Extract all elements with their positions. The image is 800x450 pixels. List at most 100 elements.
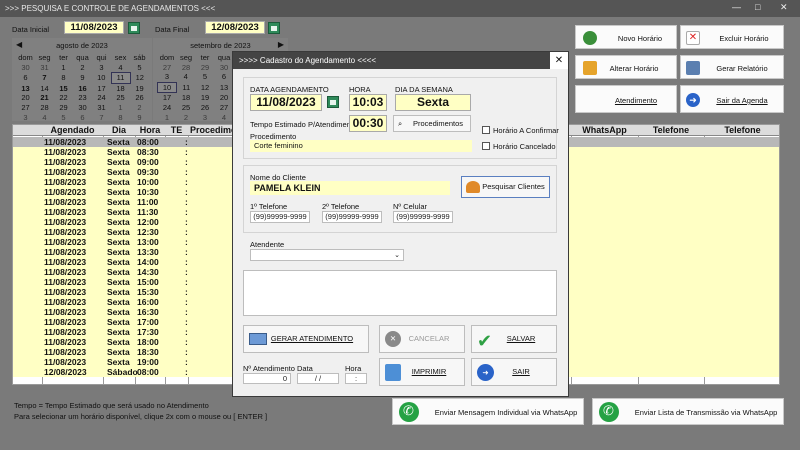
cell-hora: 13:00 (137, 237, 159, 247)
cell-te: : (185, 187, 188, 197)
date-field[interactable]: 11/08/2023 (250, 94, 322, 111)
cell-hora: 17:00 (137, 317, 159, 327)
cell-agendado: 11/08/2023 (44, 327, 87, 337)
col-agendado: Agendado (50, 125, 95, 135)
phone1-field[interactable]: (99)99999-9999 (250, 211, 310, 223)
cell-dia: Sexta (107, 257, 130, 267)
calendar-august[interactable]: ◀ agosto de 2023 dom seg ter qua qui sex sáb 3… (12, 38, 152, 122)
date-label: DATA AGENDAMENTO (250, 85, 329, 94)
attendant-select[interactable]: ⌄ (250, 249, 404, 261)
title-bar: >>> PESQUISA E CONTROLE DE AGENDAMENTOS … (0, 0, 800, 17)
end-date-field[interactable]: 12/08/2023 (205, 21, 265, 34)
cell-hora: 18:00 (137, 337, 159, 347)
calendar-days[interactable]: dom seg ter qua qui sex sáb 30 31 1 2 3 4 5 6 7 8 9 10 11… (16, 53, 149, 122)
cell-te: : (185, 317, 188, 327)
cell-dia: Sexta (107, 267, 130, 277)
save-button[interactable]: ✔ SALVAR (471, 325, 557, 353)
people-icon (466, 181, 480, 193)
new-schedule-button[interactable]: Novo Horário (575, 25, 677, 49)
report-button[interactable]: Gerar Relatório (680, 55, 784, 79)
cell-dia: Sexta (107, 147, 130, 157)
cell-te: : (185, 217, 188, 227)
cell-hora: 18:30 (137, 347, 159, 357)
cellphone-field[interactable]: (99)99999-9999 (393, 211, 453, 223)
dialog-close-button[interactable]: ✕ (550, 52, 568, 69)
cell-dia: Sexta (107, 287, 130, 297)
whatsapp-individual-button[interactable]: Enviar Mensagem Individual via WhatsApp (392, 398, 584, 425)
attendance-time-field: : (345, 373, 367, 384)
start-date-field[interactable]: 11/08/2023 (64, 21, 124, 34)
cell-dia: Sexta (107, 307, 130, 317)
checkmark-icon: ✔ (477, 331, 493, 351)
exit-agenda-button[interactable]: ➜ Sair da Agenda (680, 85, 784, 113)
time-label: HORA (349, 85, 371, 94)
cell-dia: Sexta (107, 357, 130, 367)
phone2-field[interactable]: (99)99999-9999 (322, 211, 382, 223)
cell-hora: 19:00 (137, 357, 159, 367)
calendar-icon[interactable] (268, 22, 280, 34)
minimize-button[interactable]: — (732, 2, 741, 12)
cell-agendado: 11/08/2023 (44, 277, 87, 287)
close-button[interactable]: ✕ (780, 2, 788, 13)
time-field[interactable]: 10:03 (349, 94, 387, 111)
calendar-icon[interactable] (128, 22, 140, 34)
calendar-days[interactable]: dom seg ter qua 27 28 29 30 3456 10 11 12 13 17 18… (157, 53, 234, 122)
next-month-arrow[interactable]: ▶ (278, 40, 284, 49)
cell-dia: Sexta (107, 247, 130, 257)
cell-te: : (185, 357, 188, 367)
cell-te: : (185, 277, 188, 287)
col-te: TE (170, 125, 183, 135)
cell-hora: 08:00 (137, 137, 159, 147)
cell-te: : (185, 237, 188, 247)
cell-te: : (185, 197, 188, 207)
notes-textarea[interactable] (243, 270, 557, 316)
calendar-icon[interactable] (327, 96, 339, 108)
cell-agendado: 11/08/2023 (44, 307, 87, 317)
cell-agendado: 11/08/2023 (44, 357, 87, 367)
cancelled-checkbox[interactable] (482, 142, 490, 150)
cell-hora: 08:30 (137, 147, 159, 157)
cell-agendado: 11/08/2023 (44, 227, 87, 237)
procedure-field[interactable]: Corte feminino (250, 140, 472, 152)
cell-dia: Sexta (107, 157, 130, 167)
generate-attendance-button[interactable]: GERAR ATENDIMENTO (243, 325, 369, 353)
estimated-time-field[interactable]: 00:30 (349, 115, 387, 132)
cell-agendado: 11/08/2023 (44, 317, 87, 327)
weekday-label: DIA DA SEMANA (395, 85, 453, 94)
cell-dia: Sexta (107, 217, 130, 227)
cell-te: : (185, 227, 188, 237)
footer-note: Para selecionar um horário disponível, c… (14, 412, 268, 421)
cell-hora: 08:00 (137, 367, 159, 377)
procedures-button[interactable]: ⌕ Procedimentos (393, 115, 471, 132)
cell-dia: Sexta (107, 187, 130, 197)
attendance-button[interactable]: Atendimento (575, 85, 677, 113)
cell-dia: Sexta (107, 207, 130, 217)
cell-dia: Sexta (107, 297, 130, 307)
cell-te: : (185, 147, 188, 157)
cell-dia: Sexta (107, 197, 130, 207)
edit-schedule-button[interactable]: Alterar Horário (575, 55, 677, 79)
maximize-button[interactable]: □ (755, 2, 760, 12)
cell-dia: Sexta (107, 137, 130, 147)
cellphone-label: Nº Celular (393, 202, 427, 211)
cancel-button[interactable]: ✕ CANCELAR (379, 325, 465, 353)
whatsapp-broadcast-button[interactable]: Enviar Lista de Transmissão via WhatsApp (592, 398, 784, 425)
confirm-checkbox[interactable] (482, 126, 490, 134)
col-whatsapp: WhatsApp (582, 125, 627, 135)
search-clients-button[interactable]: Pesquisar Clientes (461, 176, 550, 198)
cell-agendado: 11/08/2023 (44, 177, 87, 187)
magnifier-icon: ⌕ (398, 119, 403, 128)
cell-agendado: 11/08/2023 (44, 207, 87, 217)
cell-hora: 12:30 (137, 227, 159, 237)
cancelled-label: Horário Cancelado (493, 142, 556, 151)
attendant-label: Atendente (250, 240, 285, 249)
print-button[interactable]: IMPRIMIR (379, 358, 465, 386)
client-name-field[interactable]: PAMELA KLEIN (250, 181, 450, 195)
cancel-icon: ✕ (385, 331, 401, 347)
delete-schedule-button[interactable]: ✕ Excluir Horário (680, 25, 784, 49)
cell-agendado: 11/08/2023 (44, 337, 87, 347)
cell-te: : (185, 247, 188, 257)
confirm-label: Horário A Confirmar (493, 126, 559, 135)
phone1-label: 1º Telefone (250, 202, 288, 211)
exit-button[interactable]: ➜ SAIR (471, 358, 557, 386)
